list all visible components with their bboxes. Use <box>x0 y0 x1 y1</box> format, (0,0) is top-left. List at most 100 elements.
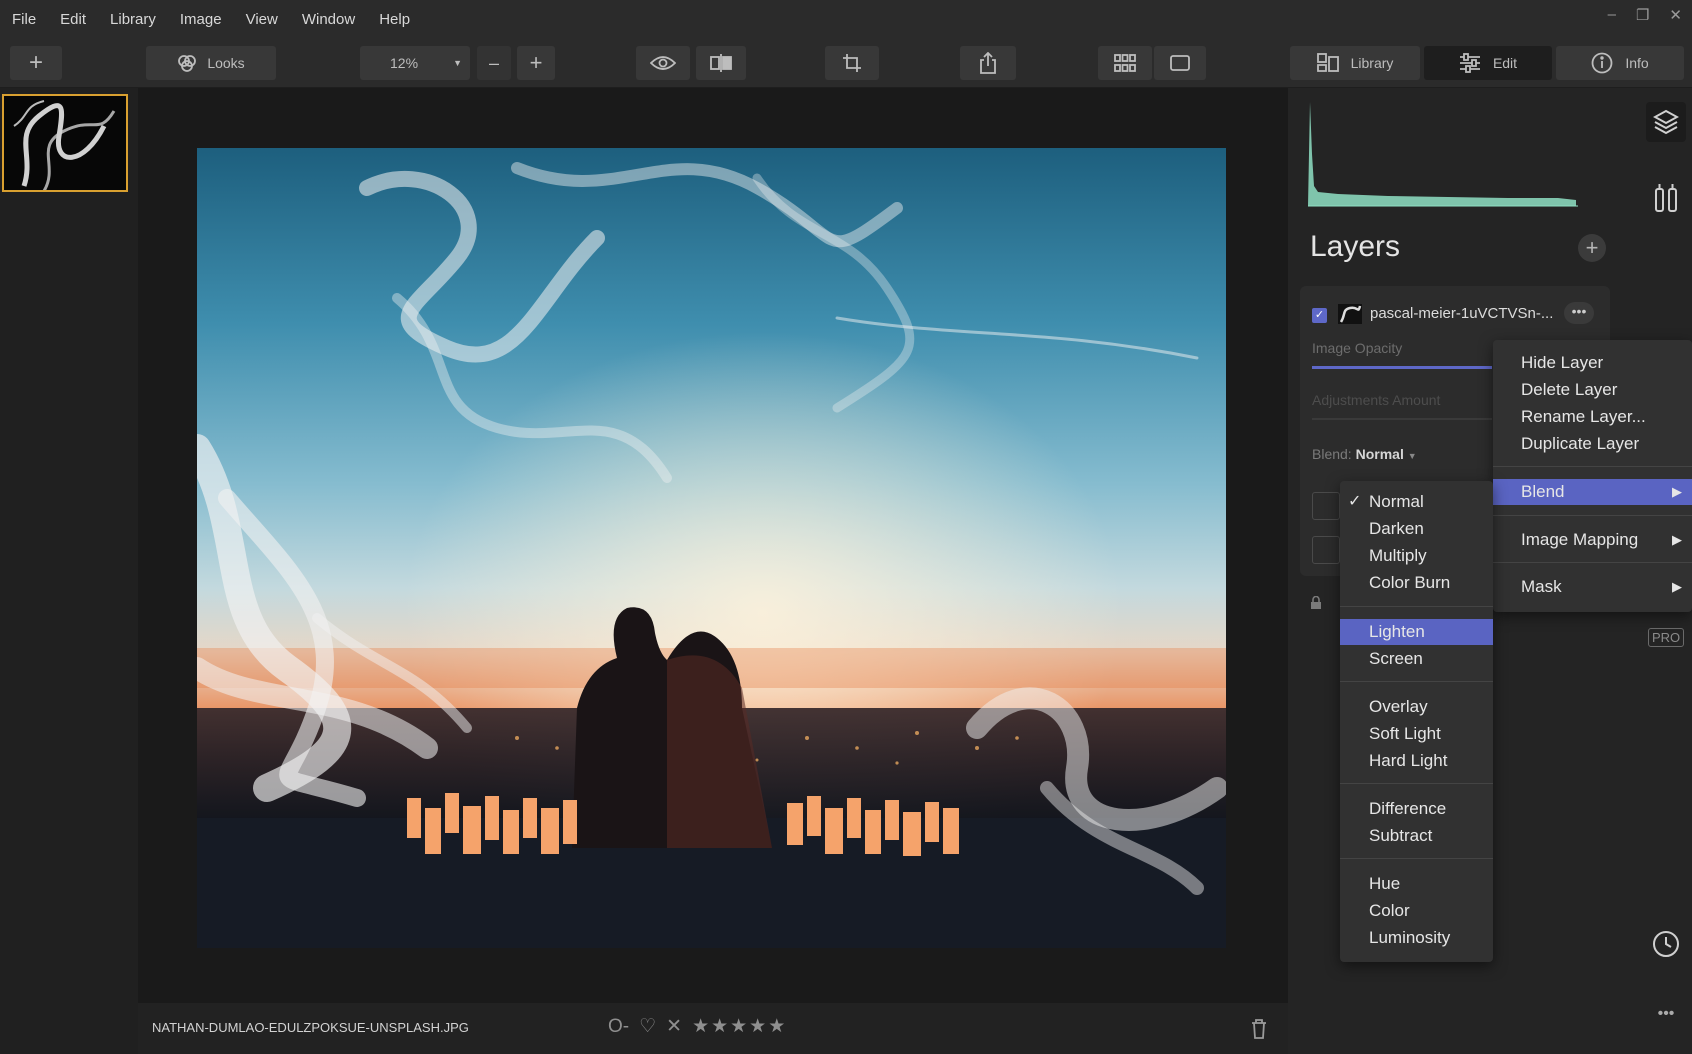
blend-darken[interactable]: Darken <box>1340 516 1493 542</box>
looks-label: Looks <box>207 55 245 71</box>
layer-more-button[interactable]: ••• <box>1564 302 1594 324</box>
blend-value: Normal <box>1355 446 1404 462</box>
info-icon <box>1591 52 1613 74</box>
sliders-icon <box>1459 53 1480 73</box>
thumbnail-selected[interactable] <box>2 94 128 192</box>
menu-bar: File Edit Library Image View Window Help… <box>0 0 1692 38</box>
menu-image-mapping[interactable]: Image Mapping ▶ <box>1493 527 1692 553</box>
single-view-button[interactable] <box>1154 46 1206 80</box>
layer-thumbnail <box>1338 304 1362 324</box>
menu-blend[interactable]: Blend ▶ <box>1493 479 1692 505</box>
compare-button[interactable] <box>696 46 746 80</box>
image-canvas[interactable] <box>138 88 1288 1003</box>
menu-divider <box>1340 681 1493 682</box>
reject-icon[interactable]: ✕ <box>666 1015 682 1038</box>
chevron-down-icon: ▼ <box>1407 451 1417 461</box>
blend-overlay[interactable]: Overlay <box>1340 694 1493 720</box>
lock-row <box>1310 595 1322 613</box>
minimize-button[interactable]: – <box>1608 6 1616 24</box>
zoom-select[interactable]: 12% ▼ <box>360 46 470 80</box>
blend-multiply[interactable]: Multiply <box>1340 543 1493 569</box>
submenu-arrow-icon: ▶ <box>1672 579 1682 594</box>
blend-row[interactable]: Blend: Normal ▼ <box>1312 446 1417 462</box>
grid-icon <box>1114 54 1136 72</box>
blend-color[interactable]: Color <box>1340 898 1493 924</box>
blend-soft-light[interactable]: Soft Light <box>1340 721 1493 747</box>
trash-icon[interactable] <box>1250 1018 1268 1040</box>
image-opacity-slider[interactable] <box>1312 366 1492 369</box>
tab-edit[interactable]: Edit <box>1424 46 1552 80</box>
flag-button[interactable]: O- <box>608 1016 629 1038</box>
menu-rename-layer[interactable]: Rename Layer... <box>1493 404 1692 430</box>
chevron-down-icon: ▼ <box>453 58 462 68</box>
blend-subtract[interactable]: Subtract <box>1340 823 1493 849</box>
main-photo[interactable] <box>197 148 1226 948</box>
menu-view[interactable]: View <box>246 11 278 28</box>
menu-hide-layer[interactable]: Hide Layer <box>1493 350 1692 376</box>
zoom-value: 12% <box>390 55 419 71</box>
plus-icon: + <box>529 50 543 75</box>
menu-mask[interactable]: Mask ▶ <box>1493 574 1692 600</box>
blend-screen[interactable]: Screen <box>1340 646 1493 672</box>
tab-library[interactable]: Library <box>1290 46 1420 80</box>
library-icon <box>1316 53 1339 72</box>
maximize-button[interactable]: ❐ <box>1636 6 1649 24</box>
status-bar: NATHAN-DUMLAO-EDULZPOKSUE-UNSPLASH.JPG O… <box>138 1003 1288 1054</box>
blend-hard-light[interactable]: Hard Light <box>1340 748 1493 774</box>
menu-delete-layer[interactable]: Delete Layer <box>1493 377 1692 403</box>
heart-icon[interactable]: ♡ <box>639 1015 656 1038</box>
share-button[interactable] <box>960 46 1016 80</box>
menu-divider <box>1340 783 1493 784</box>
menu-mask-label: Mask <box>1521 577 1562 596</box>
menu-library[interactable]: Library <box>110 11 156 28</box>
layers-tool-button[interactable] <box>1646 102 1686 142</box>
image-opacity-label: Image Opacity <box>1312 340 1403 356</box>
menu-image[interactable]: Image <box>180 11 222 28</box>
blend-luminosity[interactable]: Luminosity <box>1340 925 1493 951</box>
blend-submenu: ✓ Normal Darken Multiply Color Burn Ligh… <box>1340 481 1493 962</box>
more-options-button[interactable]: ••• <box>1646 994 1686 1034</box>
menu-edit[interactable]: Edit <box>60 11 86 28</box>
tab-library-label: Library <box>1350 55 1394 71</box>
menu-help[interactable]: Help <box>379 11 410 28</box>
mask-toggle[interactable] <box>1312 492 1340 520</box>
rating-controls: O- ♡ ✕ ★★★★★ <box>608 1015 787 1038</box>
history-button[interactable] <box>1646 924 1686 964</box>
blend-difference[interactable]: Difference <box>1340 796 1493 822</box>
blend-label: Blend: <box>1312 446 1352 462</box>
menu-file[interactable]: File <box>12 11 36 28</box>
photo-scene <box>197 148 1226 948</box>
adjust-tool-button[interactable] <box>1646 178 1686 218</box>
menu-divider <box>1340 606 1493 607</box>
smoke-thumbnail-image <box>4 96 126 190</box>
layer-visibility-checkbox[interactable]: ✓ <box>1312 308 1327 323</box>
star-rating[interactable]: ★★★★★ <box>692 1015 787 1038</box>
tab-info[interactable]: Info <box>1556 46 1684 80</box>
blend-hue[interactable]: Hue <box>1340 871 1493 897</box>
grid-view-button[interactable] <box>1098 46 1152 80</box>
add-layer-button[interactable]: + <box>1578 234 1606 262</box>
looks-button[interactable]: Looks <box>146 46 276 80</box>
menu-duplicate-layer[interactable]: Duplicate Layer <box>1493 431 1692 457</box>
adjust-icon <box>1655 184 1677 212</box>
zoom-out-button[interactable]: – <box>477 46 511 80</box>
lock-icon <box>1311 595 1321 609</box>
mapping-toggle[interactable] <box>1312 536 1340 564</box>
crop-button[interactable] <box>825 46 879 80</box>
blend-color-burn[interactable]: Color Burn <box>1340 570 1493 596</box>
menu-divider <box>1493 515 1692 516</box>
menu-divider <box>1493 466 1692 467</box>
adjustments-amount-slider[interactable] <box>1312 418 1492 420</box>
layer-name[interactable]: pascal-meier-1uVCTVSn-... <box>1370 305 1553 322</box>
submenu-arrow-icon: ▶ <box>1672 484 1682 499</box>
close-button[interactable]: ✕ <box>1669 6 1682 24</box>
preview-button[interactable] <box>636 46 690 80</box>
blend-lighten[interactable]: Lighten <box>1340 619 1493 645</box>
blend-normal[interactable]: ✓ Normal <box>1340 489 1493 515</box>
menu-window[interactable]: Window <box>302 11 355 28</box>
pro-badge: PRO <box>1648 628 1685 647</box>
submenu-arrow-icon: ▶ <box>1672 532 1682 547</box>
add-button[interactable]: + <box>10 46 62 80</box>
menu-blend-label: Blend <box>1521 482 1565 501</box>
zoom-in-button[interactable]: + <box>517 46 555 80</box>
